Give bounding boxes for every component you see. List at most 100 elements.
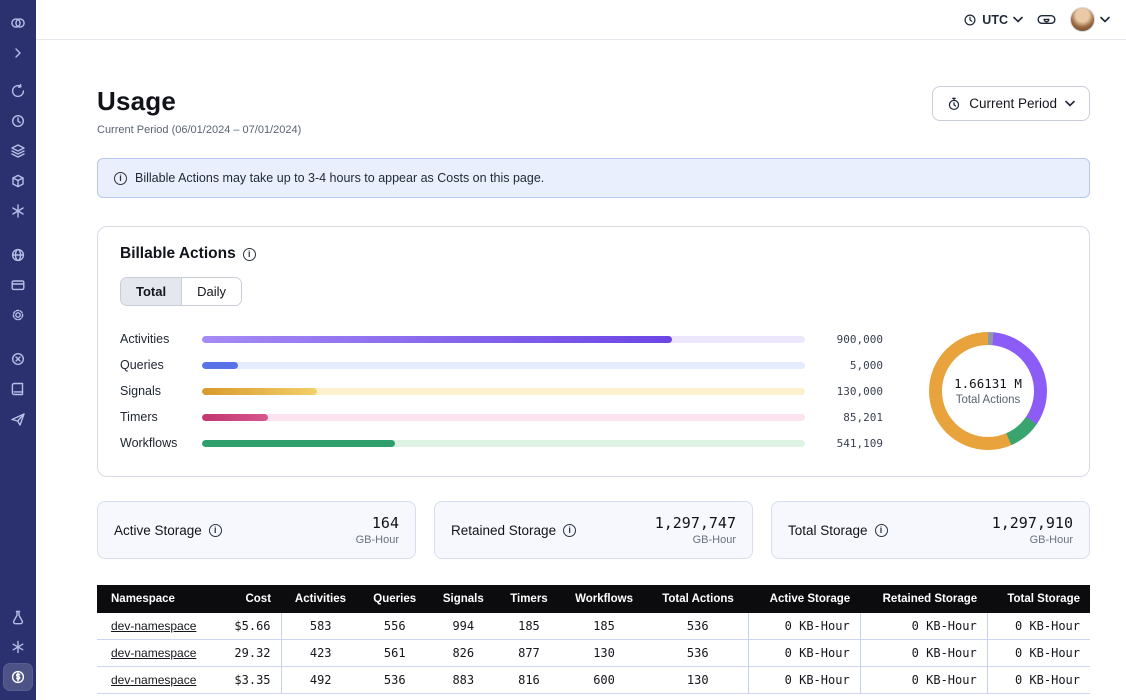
- cell-total-storage: 0 KB-Hour: [987, 667, 1090, 694]
- bar-track: [202, 388, 805, 395]
- bar-label: Workflows: [120, 436, 194, 450]
- page-title: Usage: [97, 86, 301, 117]
- cell-total-storage: 0 KB-Hour: [987, 640, 1090, 667]
- col-timers: Timers: [497, 585, 561, 613]
- chevron-down-icon: [1013, 16, 1023, 23]
- billable-chart-area: Activities 900,000 Queries 5,000 Signals…: [120, 326, 1067, 456]
- usage-dollar-icon[interactable]: [4, 664, 32, 690]
- bar-value: 541,109: [819, 437, 883, 450]
- cell-timers: 816: [497, 667, 561, 694]
- user-menu[interactable]: [1070, 7, 1110, 32]
- bar-label: Activities: [120, 332, 194, 346]
- cloud-globe-icon[interactable]: [4, 242, 32, 268]
- bar-fill: [202, 362, 238, 369]
- storage-summary-row: Active Storage i 164 GB-Hour Retained St…: [97, 501, 1090, 559]
- total-storage-card: Total Storage i 1,297,910 GB-Hour: [771, 501, 1090, 559]
- bar-value: 900,000: [819, 333, 883, 346]
- cell-cost: $5.66: [218, 613, 281, 640]
- col-signals: Signals: [430, 585, 498, 613]
- tab-total[interactable]: Total: [121, 278, 182, 305]
- collapse-chevron-icon[interactable]: [4, 40, 32, 66]
- cell-queries: 536: [360, 667, 430, 694]
- experiments-flask-icon[interactable]: [4, 604, 32, 630]
- total-actions-value: 1.66131 M: [954, 376, 1022, 391]
- page-header: Usage Current Period (06/01/2024 – 07/01…: [97, 86, 1090, 136]
- storage-card-unit: GB-Hour: [655, 534, 736, 546]
- active-storage-card: Active Storage i 164 GB-Hour: [97, 501, 416, 559]
- bar-fill: [202, 388, 317, 395]
- billing-card-icon[interactable]: [4, 272, 32, 298]
- bar-track: [202, 414, 805, 421]
- col-total-storage: Total Storage: [987, 585, 1090, 613]
- bar-track: [202, 440, 805, 447]
- deployments-box-icon[interactable]: [4, 168, 32, 194]
- bar-label: Timers: [120, 410, 194, 424]
- storage-card-value: 1,297,910: [992, 514, 1073, 532]
- cell-retained-storage: 0 KB-Hour: [860, 640, 987, 667]
- namespace-link[interactable]: dev-namespace: [111, 619, 196, 633]
- bar-label: Queries: [120, 358, 194, 372]
- cell-timers: 877: [497, 640, 561, 667]
- theme-snowflake-icon[interactable]: [4, 634, 32, 660]
- table-header-row: Namespace Cost Activities Queries Signal…: [97, 585, 1090, 613]
- layers-icon[interactable]: [4, 138, 32, 164]
- table-row: dev-namespace 29.32 423 561 826 877 130 …: [97, 640, 1090, 667]
- timezone-selector[interactable]: UTC: [963, 13, 1023, 27]
- cell-signals: 883: [430, 667, 498, 694]
- info-icon[interactable]: i: [875, 524, 888, 537]
- schedules-clock-icon[interactable]: [4, 108, 32, 134]
- stopwatch-icon: [947, 97, 961, 111]
- support-x-circle-icon[interactable]: [4, 346, 32, 372]
- main-content: Usage Current Period (06/01/2024 – 07/01…: [36, 40, 1126, 700]
- col-activities: Activities: [281, 585, 360, 613]
- cell-timers: 185: [497, 613, 561, 640]
- donut-center: 1.66131 M Total Actions: [942, 345, 1034, 437]
- info-icon[interactable]: i: [209, 524, 222, 537]
- storage-card-label: Retained Storage: [451, 523, 556, 538]
- chevron-down-icon: [1100, 16, 1110, 23]
- cell-signals: 826: [430, 640, 498, 667]
- bar-row-workflows: Workflows 541,109: [120, 430, 883, 456]
- clock-icon: [963, 13, 977, 27]
- info-banner: i Billable Actions may take up to 3-4 ho…: [97, 158, 1090, 198]
- storage-card-label: Total Storage: [788, 523, 868, 538]
- cell-queries: 556: [360, 613, 430, 640]
- col-total-actions: Total Actions: [647, 585, 749, 613]
- bar-track: [202, 362, 805, 369]
- workflows-icon[interactable]: [4, 78, 32, 104]
- avatar[interactable]: [1070, 7, 1095, 32]
- bar-row-queries: Queries 5,000: [120, 352, 883, 378]
- period-selector-button[interactable]: Current Period: [932, 86, 1090, 121]
- tab-daily[interactable]: Daily: [182, 278, 241, 305]
- namespace-link[interactable]: dev-namespace: [111, 646, 196, 660]
- table-row: dev-namespace $3.35 492 536 883 816 600 …: [97, 667, 1090, 694]
- cell-workflows: 130: [561, 640, 647, 667]
- billable-actions-title: Billable Actions: [120, 245, 236, 263]
- labs-plane-icon[interactable]: [4, 406, 32, 432]
- col-active-storage: Active Storage: [749, 585, 860, 613]
- cell-total-actions: 130: [647, 667, 749, 694]
- namespaces-asterisk-icon[interactable]: [4, 198, 32, 224]
- logo-icon[interactable]: [4, 10, 32, 36]
- goggles-icon[interactable]: [1037, 12, 1056, 27]
- cell-cost: 29.32: [218, 640, 281, 667]
- billable-actions-card: Billable Actions i Total Daily Activitie…: [97, 226, 1090, 477]
- settings-gear-icon[interactable]: [4, 302, 32, 328]
- bar-fill: [202, 336, 672, 343]
- cell-active-storage: 0 KB-Hour: [749, 667, 860, 694]
- info-icon[interactable]: i: [114, 172, 127, 185]
- cell-cost: $3.35: [218, 667, 281, 694]
- info-icon[interactable]: i: [563, 524, 576, 537]
- bar-fill: [202, 440, 395, 447]
- cell-total-actions: 536: [647, 640, 749, 667]
- info-icon[interactable]: i: [243, 248, 256, 261]
- sidebar: [0, 0, 36, 700]
- cell-total-storage: 0 KB-Hour: [987, 613, 1090, 640]
- bar-row-signals: Signals 130,000: [120, 378, 883, 404]
- namespace-link[interactable]: dev-namespace: [111, 673, 196, 687]
- col-namespace: Namespace: [97, 585, 218, 613]
- bar-label: Signals: [120, 384, 194, 398]
- donut-chart-wrap: 1.66131 M Total Actions: [909, 332, 1067, 450]
- cell-workflows: 600: [561, 667, 647, 694]
- docs-book-icon[interactable]: [4, 376, 32, 402]
